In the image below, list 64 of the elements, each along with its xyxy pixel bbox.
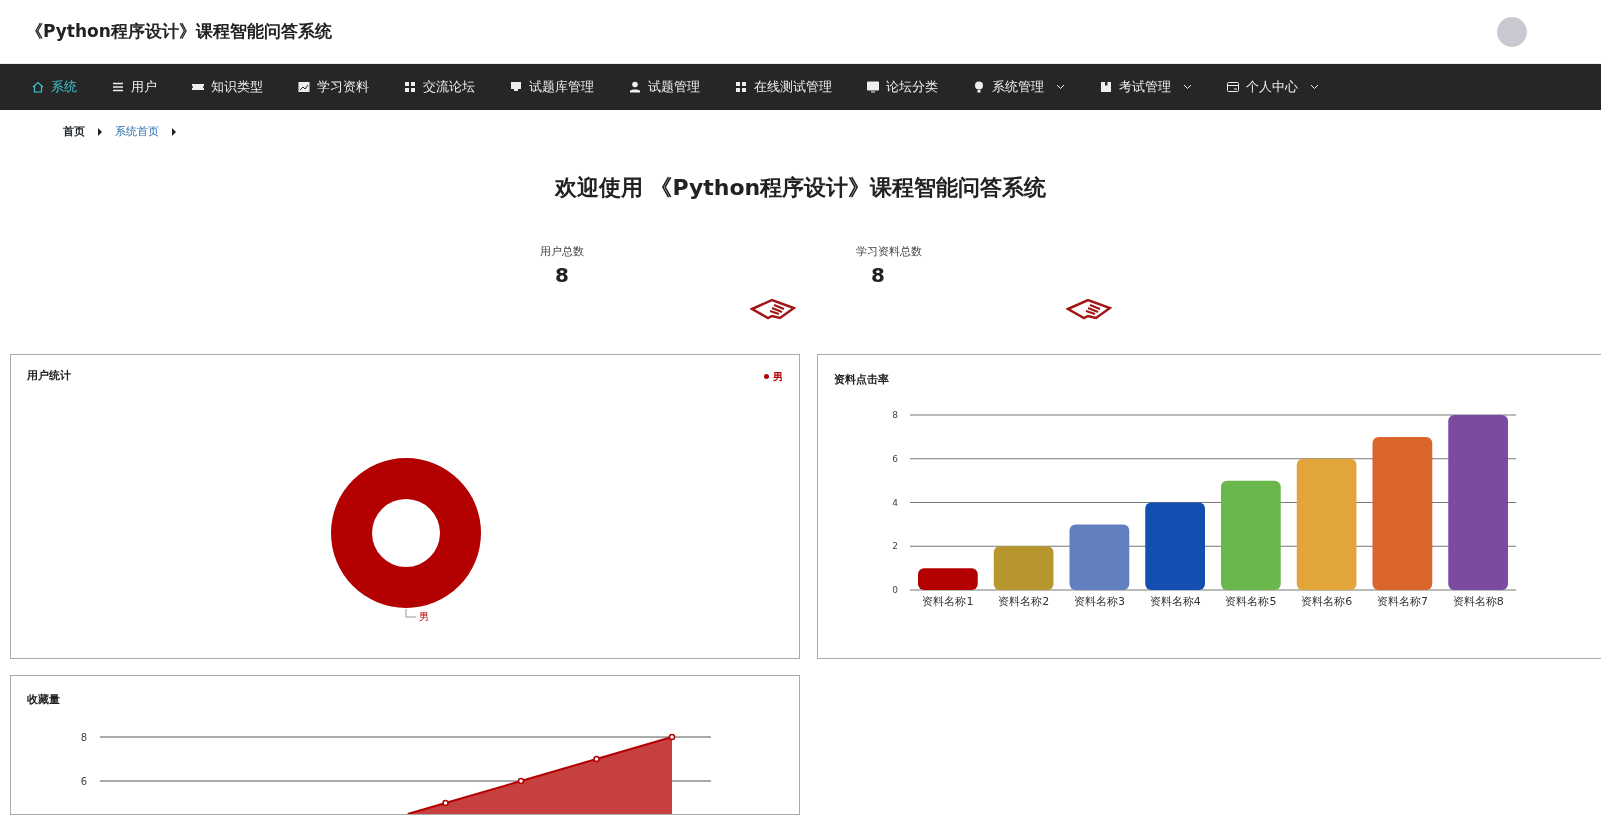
data-point xyxy=(668,733,676,740)
avatar[interactable] xyxy=(1497,16,1527,47)
nav-item[interactable]: 系统 xyxy=(14,64,94,110)
stat-label: 用户总数 xyxy=(540,243,585,260)
document-icon xyxy=(1066,297,1112,320)
chart-icon xyxy=(297,80,311,94)
legend-label: 男 xyxy=(773,370,783,382)
panel-title: 资料点击率 xyxy=(834,371,889,387)
chevron-icon xyxy=(171,128,177,137)
axis-label: 2 xyxy=(892,540,898,551)
bar xyxy=(1069,523,1130,590)
nav-item[interactable]: 试题库管理 xyxy=(492,64,611,110)
category-label: 资料名称8 xyxy=(1452,594,1504,608)
stat-label: 学习资料总数 xyxy=(856,243,923,260)
category-label: 资料名称7 xyxy=(1376,594,1428,608)
card-icon xyxy=(1226,80,1240,94)
axis-label: 8 xyxy=(892,409,898,420)
category-label: 资料名称3 xyxy=(1073,594,1125,608)
breadcrumb-link[interactable]: 首页 xyxy=(63,124,85,141)
axis-label: 0 xyxy=(892,584,898,595)
grid-icon xyxy=(403,80,417,94)
nav-item[interactable]: 交流论坛 xyxy=(386,64,492,110)
chevron-icon xyxy=(97,128,103,137)
category-label: 资料名称1 xyxy=(922,594,974,608)
nav-item[interactable]: 在线测试管理 xyxy=(717,64,849,110)
data-point xyxy=(442,799,449,806)
nav-item[interactable]: 个人中心 xyxy=(1209,64,1336,110)
category-label: 资料名称2 xyxy=(998,594,1050,608)
panel-title: 用户统计 xyxy=(27,367,71,383)
stat-value: 8 xyxy=(555,262,570,289)
bar xyxy=(918,567,978,590)
nav-item[interactable]: 学习资料 xyxy=(280,64,386,110)
nav-item[interactable]: 论坛分类 xyxy=(849,64,955,110)
category-label: 资料名称6 xyxy=(1301,594,1353,608)
category-label: 资料名称5 xyxy=(1225,594,1277,608)
monitor-icon xyxy=(866,80,880,94)
data-point xyxy=(593,755,600,762)
panel-title: 收藏量 xyxy=(27,691,60,707)
home-icon xyxy=(31,80,45,94)
person-icon xyxy=(628,80,642,94)
book-icon xyxy=(1099,80,1113,94)
bar xyxy=(993,545,1054,590)
welcome-heading: 欢迎使用 《Python程序设计》课程智能问答系统 xyxy=(554,174,1047,200)
tray-icon xyxy=(509,80,523,94)
nav-item[interactable]: 知识类型 xyxy=(174,64,280,110)
slice-label: 男 xyxy=(419,609,429,624)
stat-value: 8 xyxy=(871,262,886,289)
category-label: 资料名称4 xyxy=(1149,594,1201,608)
data-point xyxy=(517,777,525,784)
nav-item[interactable]: 考试管理 xyxy=(1082,64,1209,110)
document-icon xyxy=(750,297,796,320)
lightbulb-icon xyxy=(972,80,986,94)
nav-item[interactable]: 用户 xyxy=(94,64,174,110)
breadcrumb-link[interactable]: 系统首页 xyxy=(115,124,159,141)
leader-line xyxy=(405,608,417,617)
nav-item[interactable]: 试题管理 xyxy=(611,64,717,110)
grid-icon xyxy=(734,80,748,94)
axis-label: 8 xyxy=(80,731,87,743)
list-icon xyxy=(111,80,125,94)
axis-label: 6 xyxy=(892,453,898,464)
nav-item[interactable]: 系统管理 xyxy=(955,64,1082,110)
axis-label: 4 xyxy=(892,497,898,507)
axis-label: 6 xyxy=(80,775,87,787)
app-title: 《Python程序设计》课程智能问答系统 xyxy=(26,19,332,43)
